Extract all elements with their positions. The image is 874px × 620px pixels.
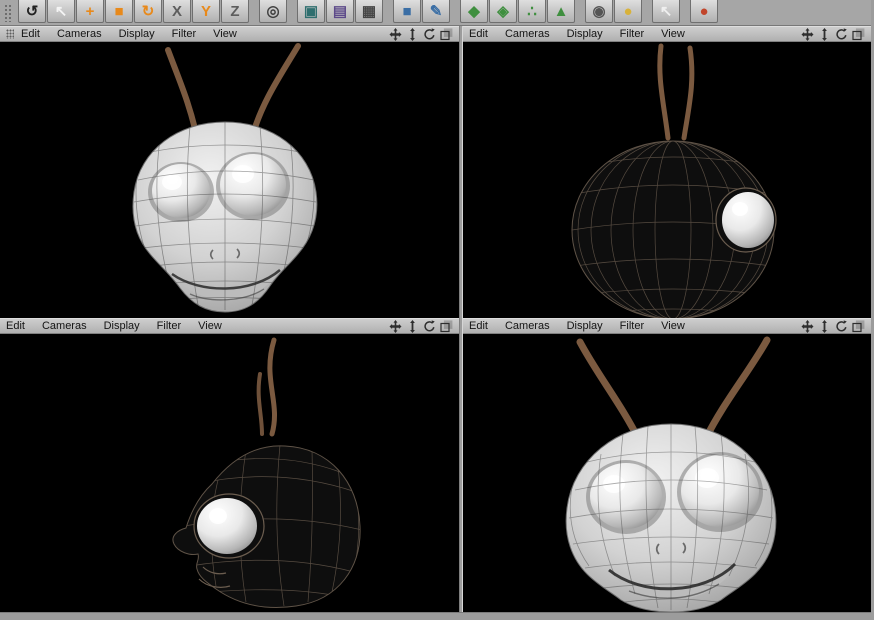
pan-icon[interactable] bbox=[389, 27, 402, 41]
pan-icon[interactable] bbox=[389, 319, 402, 333]
antenna-right bbox=[249, 43, 301, 140]
zoom-icon[interactable] bbox=[406, 319, 419, 333]
toolbar-drag-handle[interactable] bbox=[4, 4, 13, 22]
viewport-canvas-back[interactable] bbox=[463, 42, 871, 318]
scale-icon[interactable]: ■ bbox=[105, 0, 133, 23]
deformer-icon[interactable]: ▲ bbox=[547, 0, 575, 23]
menu-display[interactable]: Display bbox=[104, 320, 140, 332]
menu-cameras[interactable]: Cameras bbox=[42, 320, 87, 332]
eye bbox=[193, 493, 265, 559]
menu-cameras[interactable]: Cameras bbox=[57, 28, 102, 40]
eye bbox=[715, 187, 777, 253]
menu-view[interactable]: View bbox=[213, 28, 237, 40]
viewport-controls bbox=[801, 27, 865, 41]
render-view-icon[interactable]: ▣ bbox=[297, 0, 325, 23]
undo-icon[interactable]: ↺ bbox=[18, 0, 46, 23]
viewport-canvas-left-profile[interactable] bbox=[0, 334, 459, 612]
rotate-view-icon[interactable] bbox=[423, 319, 436, 333]
menu-view[interactable]: View bbox=[661, 320, 685, 332]
render-settings-icon[interactable]: ▦ bbox=[355, 0, 383, 23]
zoom-icon[interactable] bbox=[818, 27, 831, 41]
toggle-maximize-icon[interactable] bbox=[440, 319, 453, 333]
pan-icon[interactable] bbox=[801, 27, 814, 41]
menu-cameras[interactable]: Cameras bbox=[505, 28, 550, 40]
menu-edit[interactable]: Edit bbox=[469, 28, 488, 40]
z-axis-lock-icon[interactable]: Z bbox=[221, 0, 249, 23]
rotate-icon[interactable]: ↻ bbox=[134, 0, 162, 23]
main-toolbar: ↺ ↖ + ■ ↻ X Y Z ◎ ▣ ▤ ▦ ■ ✎ ◆ ◈ ∴ ▲ ◉ ● ↖ ● bbox=[0, 0, 871, 26]
menu-display[interactable]: Display bbox=[567, 320, 603, 332]
light-icon[interactable]: ● bbox=[614, 0, 642, 23]
coordinate-system-icon[interactable]: ◎ bbox=[259, 0, 287, 23]
toggle-maximize-icon[interactable] bbox=[440, 27, 453, 41]
viewport-canvas-perspective[interactable] bbox=[0, 42, 459, 318]
menu-filter[interactable]: Filter bbox=[157, 320, 181, 332]
viewport-menubar-top-left: Edit Cameras Display Filter View bbox=[0, 26, 459, 42]
viewport-menubar-bottom-left: Edit Cameras Display Filter View bbox=[0, 318, 459, 334]
viewport-controls bbox=[389, 319, 453, 333]
menu-display[interactable]: Display bbox=[567, 28, 603, 40]
menu-edit[interactable]: Edit bbox=[469, 320, 488, 332]
menu-filter[interactable]: Filter bbox=[172, 28, 196, 40]
material-icon[interactable]: ● bbox=[690, 0, 718, 23]
antennae bbox=[256, 337, 277, 437]
camera-icon[interactable]: ◉ bbox=[585, 0, 613, 23]
zoom-icon[interactable] bbox=[406, 27, 419, 41]
move-icon[interactable]: + bbox=[76, 0, 104, 23]
menu-view[interactable]: View bbox=[198, 320, 222, 332]
nurbs-icon[interactable]: ◆ bbox=[460, 0, 488, 23]
toolbar-icons: ↺ ↖ + ■ ↻ X Y Z ◎ ▣ ▤ ▦ ■ ✎ ◆ ◈ ∴ ▲ ◉ ● ↖ ● bbox=[18, 0, 719, 23]
particles-icon[interactable]: ∴ bbox=[518, 0, 546, 23]
viewport-canvas-front[interactable] bbox=[463, 334, 871, 612]
rotate-view-icon[interactable] bbox=[423, 27, 436, 41]
app-window: ↺ ↖ + ■ ↻ X Y Z ◎ ▣ ▤ ▦ ■ ✎ ◆ ◈ ∴ ▲ ◉ ● ↖ ● Edit Cameras Disp… bbox=[0, 0, 874, 620]
menu-filter[interactable]: Filter bbox=[620, 320, 644, 332]
viewport-controls bbox=[389, 27, 453, 41]
selection-icon[interactable]: ↖ bbox=[47, 0, 75, 23]
menu-cameras[interactable]: Cameras bbox=[505, 320, 550, 332]
zoom-icon[interactable] bbox=[818, 319, 831, 333]
menubar-drag-handle[interactable] bbox=[6, 29, 14, 39]
viewport-menubar-bottom-right: Edit Cameras Display Filter View bbox=[463, 318, 871, 334]
antennae bbox=[657, 43, 695, 141]
spline-pen-icon[interactable]: ✎ bbox=[422, 0, 450, 23]
primitive-cube-icon[interactable]: ■ bbox=[393, 0, 421, 23]
array-icon[interactable]: ◈ bbox=[489, 0, 517, 23]
menu-edit[interactable]: Edit bbox=[6, 320, 25, 332]
rotate-view-icon[interactable] bbox=[835, 319, 848, 333]
toggle-maximize-icon[interactable] bbox=[852, 27, 865, 41]
menu-display[interactable]: Display bbox=[119, 28, 155, 40]
toggle-maximize-icon[interactable] bbox=[852, 319, 865, 333]
window-bottom-edge bbox=[0, 612, 871, 620]
rotate-view-icon[interactable] bbox=[835, 27, 848, 41]
viewport-grid: Edit Cameras Display Filter View Edit Ca… bbox=[0, 26, 871, 612]
x-axis-lock-icon[interactable]: X bbox=[163, 0, 191, 23]
viewport-menubar-top-right: Edit Cameras Display Filter View bbox=[463, 26, 871, 42]
selection-tool-icon[interactable]: ↖ bbox=[652, 0, 680, 23]
y-axis-lock-icon[interactable]: Y bbox=[192, 0, 220, 23]
menu-view[interactable]: View bbox=[661, 28, 685, 40]
viewport-controls bbox=[801, 319, 865, 333]
render-picture-viewer-icon[interactable]: ▤ bbox=[326, 0, 354, 23]
menu-filter[interactable]: Filter bbox=[620, 28, 644, 40]
pan-icon[interactable] bbox=[801, 319, 814, 333]
menu-edit[interactable]: Edit bbox=[21, 28, 40, 40]
